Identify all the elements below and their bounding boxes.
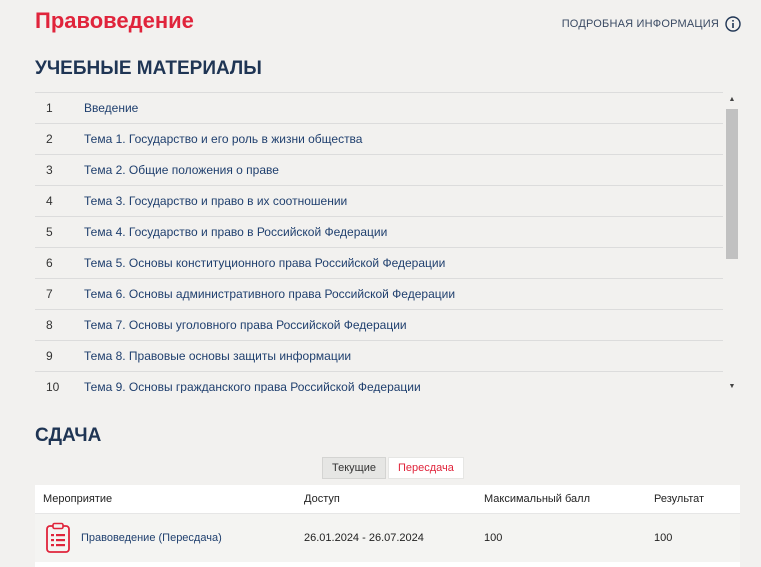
material-row[interactable]: 6 Тема 5. Основы конституционного права … [35, 247, 723, 278]
column-header-access: Доступ [304, 493, 340, 505]
material-link[interactable]: Тема 7. Основы уголовного права Российск… [84, 318, 407, 332]
submission-tabs: Текущие Пересдача [322, 457, 464, 479]
material-row[interactable]: 2 Тема 1. Государство и его роль в жизни… [35, 123, 723, 154]
material-link[interactable]: Тема 4. Государство и право в Российской… [84, 225, 387, 239]
tab-retake[interactable]: Пересдача [387, 457, 464, 479]
material-number: 3 [46, 163, 53, 177]
material-number: 2 [46, 132, 53, 146]
material-number: 10 [46, 380, 60, 393]
tab-current[interactable]: Текущие [322, 457, 386, 479]
submission-table: Мероприятие Доступ Максимальный балл Рез… [35, 485, 740, 563]
material-row[interactable]: 10 Тема 9. Основы гражданского права Рос… [35, 371, 723, 393]
details-link-label: ПОДРОБНАЯ ИНФОРМАЦИЯ [561, 18, 719, 30]
access-cell: 26.01.2024 - 26.07.2024 [304, 532, 424, 544]
column-header-result: Результат [654, 493, 705, 505]
material-link[interactable]: Тема 1. Государство и его роль в жизни о… [84, 132, 362, 146]
material-number: 9 [46, 349, 53, 363]
max-score-cell: 100 [484, 532, 503, 544]
materials-list-panel[interactable]: 1 Введение 2 Тема 1. Государство и его р… [35, 92, 741, 393]
material-number: 1 [46, 101, 53, 115]
material-link[interactable]: Тема 3. Государство и право в их соотнош… [84, 194, 347, 208]
submission-title: СДАЧА [35, 425, 102, 446]
materials-list: 1 Введение 2 Тема 1. Государство и его р… [35, 92, 723, 393]
material-row[interactable]: 9 Тема 8. Правовые основы защиты информа… [35, 340, 723, 371]
material-row[interactable]: 3 Тема 2. Общие положения о праве [35, 154, 723, 185]
material-number: 6 [46, 256, 53, 270]
material-link[interactable]: Введение [84, 101, 138, 115]
materials-title: УЧЕБНЫЕ МАТЕРИАЛЫ [35, 58, 262, 79]
material-link[interactable]: Тема 9. Основы гражданского права Россий… [84, 380, 421, 393]
materials-scrollbar[interactable]: ▲ ▼ [723, 92, 741, 393]
scrollbar-thumb[interactable] [726, 109, 738, 259]
result-cell: 100 [654, 532, 673, 544]
info-icon [725, 16, 741, 32]
material-link[interactable]: Тема 6. Основы административного права Р… [84, 287, 455, 301]
material-row[interactable]: 7 Тема 6. Основы административного права… [35, 278, 723, 309]
material-number: 7 [46, 287, 53, 301]
clipboard-list-icon [46, 522, 70, 553]
material-row[interactable]: 4 Тема 3. Государство и право в их соотн… [35, 185, 723, 216]
table-next-row-edge [35, 562, 740, 567]
material-number: 8 [46, 318, 53, 332]
arrow-up-icon[interactable]: ▲ [723, 92, 741, 106]
column-header-max-score: Максимальный балл [484, 493, 590, 505]
details-link[interactable]: ПОДРОБНАЯ ИНФОРМАЦИЯ [562, 16, 741, 32]
material-number: 5 [46, 225, 53, 239]
table-row[interactable]: Правоведение (Пересдача) 26.01.2024 - 26… [35, 514, 740, 563]
material-link[interactable]: Тема 2. Общие положения о праве [84, 163, 279, 177]
material-link[interactable]: Тема 8. Правовые основы защиты информаци… [84, 349, 351, 363]
event-link[interactable]: Правоведение (Пересдача) [81, 532, 222, 544]
arrow-down-icon[interactable]: ▼ [723, 379, 741, 393]
page-title: Правоведение [35, 8, 194, 33]
material-link[interactable]: Тема 5. Основы конституционного права Ро… [84, 256, 445, 270]
material-row[interactable]: 5 Тема 4. Государство и право в Российск… [35, 216, 723, 247]
material-row[interactable]: 8 Тема 7. Основы уголовного права Россий… [35, 309, 723, 340]
material-number: 4 [46, 194, 53, 208]
material-row[interactable]: 1 Введение [35, 92, 723, 123]
event-cell: Правоведение (Пересдача) [35, 522, 304, 554]
column-header-event: Мероприятие [43, 493, 113, 505]
table-header: Мероприятие Доступ Максимальный балл Рез… [35, 485, 740, 514]
